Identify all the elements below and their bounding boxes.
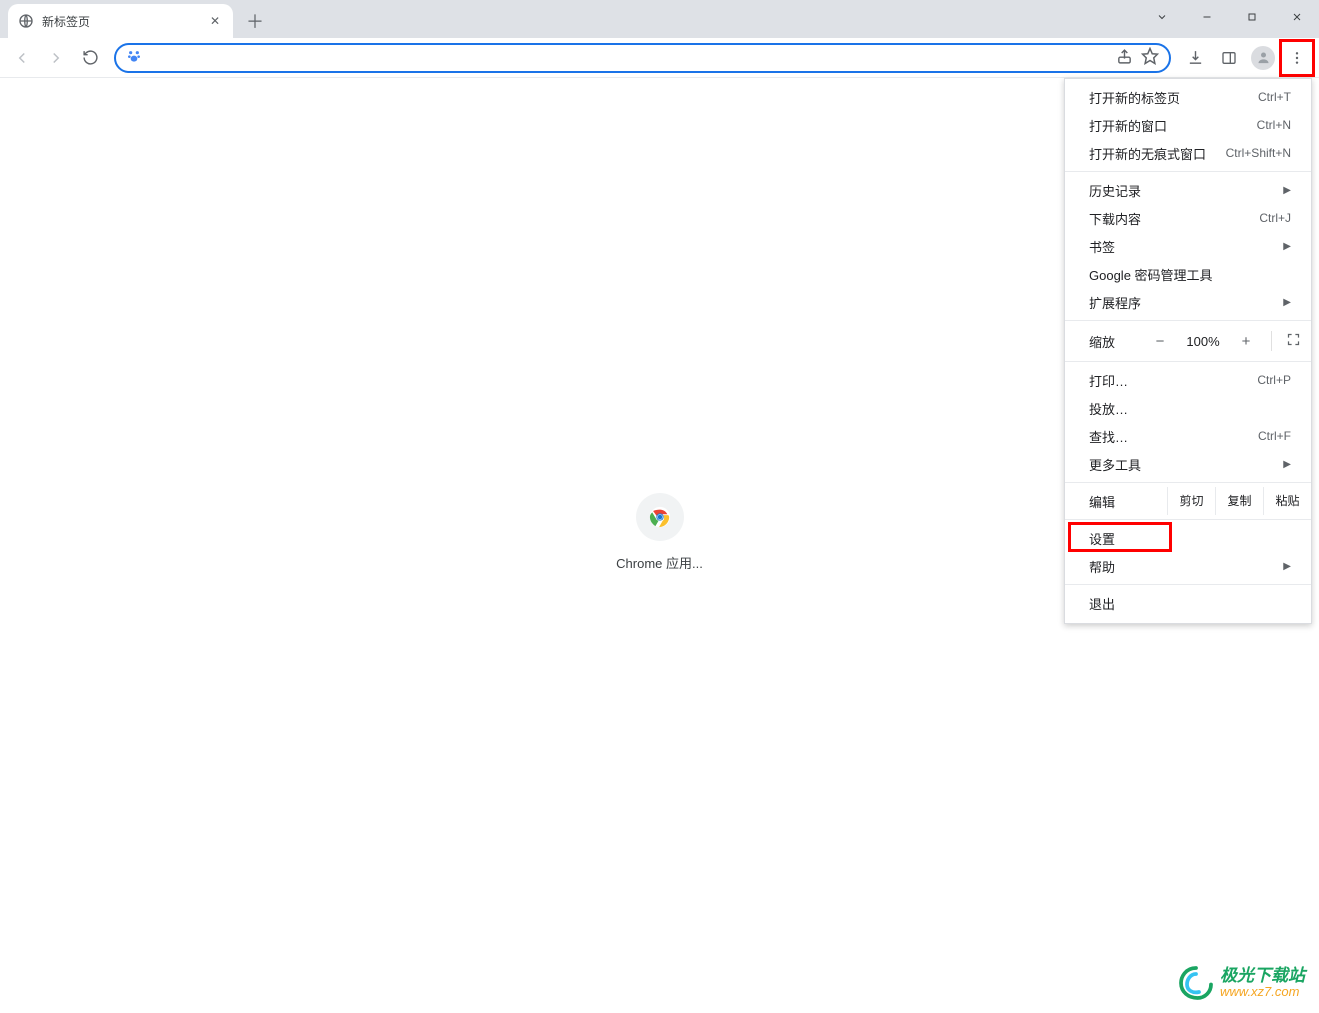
menu-exit[interactable]: 退出 <box>1065 589 1311 617</box>
menu-downloads[interactable]: 下载内容 Ctrl+J <box>1065 204 1311 232</box>
menu-shortcut: Ctrl+T <box>1258 90 1291 104</box>
watermark: 极光下载站 www.xz7.com <box>1178 965 1305 1001</box>
caption-chevron-icon[interactable] <box>1139 0 1184 33</box>
edit-copy-button[interactable]: 复制 <box>1216 487 1264 515</box>
chevron-right-icon: ▶ <box>1283 297 1291 308</box>
close-window-button[interactable] <box>1274 0 1319 33</box>
annotation-highlight-settings <box>1068 522 1172 552</box>
menu-label: 查找… <box>1089 427 1128 446</box>
shortcut-chrome-apps[interactable]: Chrome 应用... <box>604 493 716 572</box>
chrome-logo-icon <box>636 493 684 541</box>
menu-separator <box>1065 320 1311 321</box>
menu-label: 下载内容 <box>1089 209 1141 228</box>
menu-print[interactable]: 打印… Ctrl+P <box>1065 366 1311 394</box>
menu-label: 编辑 <box>1089 492 1167 511</box>
menu-separator <box>1065 482 1311 483</box>
bookmark-star-icon[interactable] <box>1141 47 1159 68</box>
menu-extensions[interactable]: 扩展程序 ▶ <box>1065 288 1311 316</box>
menu-label: 扩展程序 <box>1089 293 1141 312</box>
downloads-icon[interactable] <box>1179 42 1211 74</box>
page-content: Chrome 应用... 打开新的标签页 Ctrl+T 打开新的窗口 Ctrl+… <box>0 78 1319 1013</box>
menu-more-tools[interactable]: 更多工具 ▶ <box>1065 450 1311 478</box>
menu-separator <box>1065 171 1311 172</box>
menu-label: 书签 <box>1089 237 1115 256</box>
menu-bookmarks[interactable]: 书签 ▶ <box>1065 232 1311 260</box>
toolbar <box>0 38 1319 78</box>
zoom-percentage: 100% <box>1181 334 1225 349</box>
chevron-right-icon: ▶ <box>1283 241 1291 252</box>
menu-history[interactable]: 历史记录 ▶ <box>1065 176 1311 204</box>
side-panel-icon[interactable] <box>1213 42 1245 74</box>
watermark-title: 极光下载站 <box>1220 967 1305 986</box>
zoom-in-button[interactable]: + <box>1235 333 1257 350</box>
globe-icon <box>18 13 34 29</box>
reload-button[interactable] <box>74 42 106 74</box>
avatar-icon <box>1251 46 1275 70</box>
close-tab-icon[interactable]: ✕ <box>207 14 223 28</box>
menu-label: 设置 <box>1089 529 1115 548</box>
menu-help[interactable]: 帮助 ▶ <box>1065 552 1311 580</box>
menu-separator <box>1065 584 1311 585</box>
shortcut-label: Chrome 应用... <box>604 553 716 572</box>
menu-label: 打开新的窗口 <box>1089 116 1167 135</box>
menu-label: 打开新的标签页 <box>1089 88 1180 107</box>
menu-edit-row: 编辑 剪切 复制 粘贴 <box>1065 487 1311 515</box>
menu-separator <box>1065 361 1311 362</box>
browser-tab[interactable]: 新标签页 ✕ <box>8 4 233 38</box>
tab-title: 新标签页 <box>42 13 199 30</box>
menu-separator <box>1065 519 1311 520</box>
minimize-button[interactable] <box>1184 0 1229 33</box>
share-icon[interactable] <box>1116 48 1133 68</box>
menu-new-window[interactable]: 打开新的窗口 Ctrl+N <box>1065 111 1311 139</box>
chevron-right-icon: ▶ <box>1283 459 1291 470</box>
window-caption-buttons <box>1139 0 1319 33</box>
menu-shortcut: Ctrl+N <box>1257 118 1291 132</box>
chrome-main-menu: 打开新的标签页 Ctrl+T 打开新的窗口 Ctrl+N 打开新的无痕式窗口 C… <box>1064 78 1312 624</box>
menu-new-tab[interactable]: 打开新的标签页 Ctrl+T <box>1065 83 1311 111</box>
omnibox-input[interactable] <box>150 50 1108 66</box>
divider <box>1271 331 1272 351</box>
maximize-button[interactable] <box>1229 0 1274 33</box>
new-tab-button[interactable]: ＋ <box>241 7 269 35</box>
menu-shortcut: Ctrl+Shift+N <box>1226 146 1291 160</box>
menu-label: Google 密码管理工具 <box>1089 265 1213 284</box>
titlebar: 新标签页 ✕ ＋ <box>0 0 1319 38</box>
forward-button[interactable] <box>40 42 72 74</box>
menu-label: 历史记录 <box>1089 181 1141 200</box>
address-bar[interactable] <box>114 43 1171 73</box>
watermark-logo-icon <box>1178 965 1214 1001</box>
chevron-right-icon: ▶ <box>1283 561 1291 572</box>
watermark-url: www.xz7.com <box>1220 985 1305 999</box>
fullscreen-icon[interactable] <box>1286 332 1301 350</box>
menu-shortcut: Ctrl+F <box>1258 429 1291 443</box>
profile-button[interactable] <box>1247 42 1279 74</box>
menu-label: 帮助 <box>1089 557 1115 576</box>
menu-label: 打开新的无痕式窗口 <box>1089 144 1206 163</box>
chevron-right-icon: ▶ <box>1283 185 1291 196</box>
menu-cast[interactable]: 投放… <box>1065 394 1311 422</box>
menu-settings[interactable]: 设置 <box>1065 524 1311 552</box>
menu-shortcut: Ctrl+P <box>1257 373 1291 387</box>
menu-label: 打印… <box>1089 371 1128 390</box>
edit-cut-button[interactable]: 剪切 <box>1168 487 1216 515</box>
search-engine-icon <box>126 48 142 67</box>
menu-password-manager[interactable]: Google 密码管理工具 <box>1065 260 1311 288</box>
back-button[interactable] <box>6 42 38 74</box>
menu-find[interactable]: 查找… Ctrl+F <box>1065 422 1311 450</box>
zoom-out-button[interactable]: − <box>1149 333 1171 350</box>
menu-label: 投放… <box>1089 399 1128 418</box>
menu-shortcut: Ctrl+J <box>1259 211 1291 225</box>
menu-label: 退出 <box>1089 594 1115 613</box>
menu-zoom: 缩放 − 100% + <box>1065 325 1311 357</box>
menu-label: 缩放 <box>1089 332 1115 351</box>
more-menu-button[interactable] <box>1281 41 1313 75</box>
edit-paste-button[interactable]: 粘贴 <box>1264 487 1311 515</box>
menu-label: 更多工具 <box>1089 455 1141 474</box>
menu-new-incognito[interactable]: 打开新的无痕式窗口 Ctrl+Shift+N <box>1065 139 1311 167</box>
